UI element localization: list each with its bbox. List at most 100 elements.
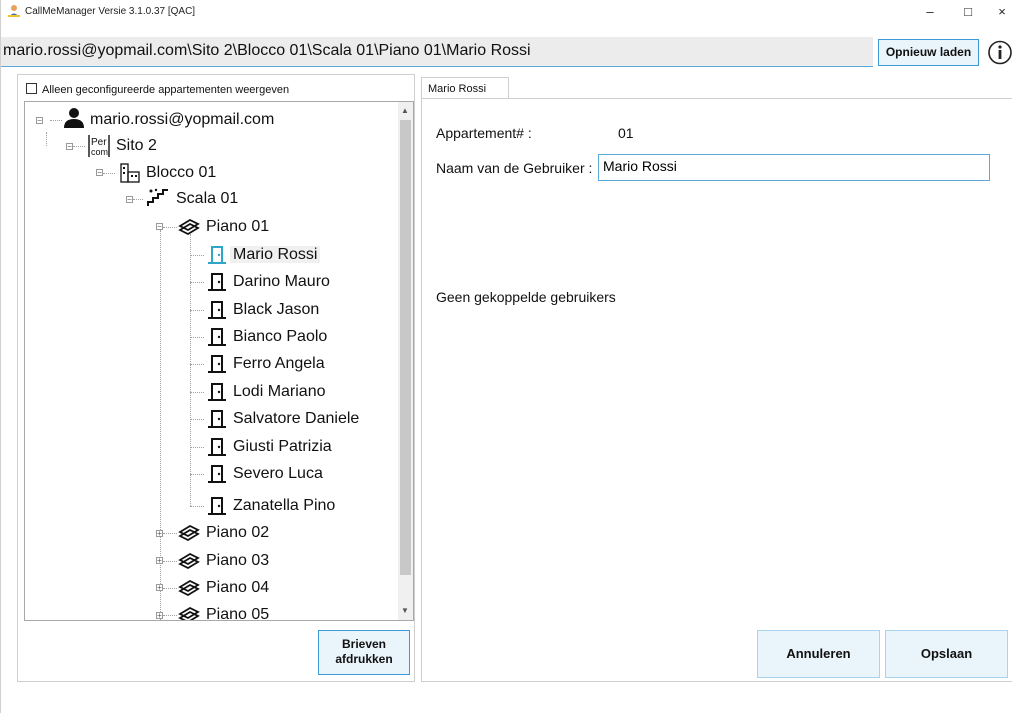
svg-text:com: com bbox=[91, 147, 108, 157]
expand-toggle[interactable]: + bbox=[156, 584, 163, 592]
tree-node-floor[interactable]: Piano 01 bbox=[203, 216, 272, 238]
expand-toggle[interactable]: + bbox=[156, 557, 163, 565]
door-icon bbox=[208, 410, 226, 428]
tree-node-stair[interactable]: Scala 01 bbox=[173, 188, 241, 210]
reload-button[interactable]: Opnieuw laden bbox=[878, 39, 979, 66]
tree-node-floor[interactable]: Piano 05 bbox=[203, 604, 272, 620]
tree-node-label: Piano 01 bbox=[206, 218, 270, 235]
tree-node-site[interactable]: Sito 2 bbox=[113, 135, 160, 157]
tree-node-apartment[interactable]: Salvatore Daniele bbox=[230, 408, 362, 430]
door-icon bbox=[208, 438, 226, 456]
scroll-down-icon[interactable]: ▼ bbox=[401, 606, 409, 615]
tree-connector bbox=[190, 364, 204, 365]
tree-connector bbox=[190, 506, 204, 507]
tree-connector bbox=[46, 132, 47, 146]
collapse-toggle[interactable]: − bbox=[96, 169, 103, 177]
save-button[interactable]: Opslaan bbox=[885, 630, 1008, 678]
tree-node-label: Giusti Patrizia bbox=[233, 438, 332, 455]
tree-node-label: Lodi Mariano bbox=[233, 383, 326, 400]
collapse-toggle[interactable]: − bbox=[126, 196, 133, 204]
tree-connector bbox=[73, 146, 85, 147]
apartment-number-label: Appartement# : bbox=[436, 125, 532, 141]
checkbox-box[interactable] bbox=[26, 83, 37, 94]
door-icon bbox=[208, 465, 226, 483]
tree-connector bbox=[190, 337, 204, 338]
app-window: CallMeManager Versie 3.1.0.37 [QAC] – □ … bbox=[0, 0, 1012, 713]
apartment-tree[interactable]: − − − − − + + + + mario.rossi@yopmail.co… bbox=[24, 101, 414, 621]
stairs-icon bbox=[147, 188, 168, 206]
tree-connector bbox=[190, 474, 204, 475]
tree-node-floor[interactable]: Piano 04 bbox=[203, 577, 272, 599]
door-icon bbox=[208, 497, 226, 515]
tree-node-apartment[interactable]: Severo Luca bbox=[230, 463, 326, 485]
tree-node-apartment[interactable]: Zanatella Pino bbox=[230, 495, 338, 517]
door-icon bbox=[208, 273, 226, 291]
print-button-line2: afdrukken bbox=[335, 652, 393, 666]
tree-node-label: Zanatella Pino bbox=[233, 497, 336, 514]
path-bar: mario.rossi@yopmail.com\Sito 2\Blocco 01… bbox=[1, 37, 873, 67]
tree-connector bbox=[163, 561, 177, 562]
collapse-toggle[interactable]: − bbox=[66, 143, 73, 151]
cancel-button[interactable]: Annuleren bbox=[757, 630, 880, 678]
info-icon[interactable] bbox=[987, 39, 1012, 66]
scrollbar-thumb[interactable] bbox=[400, 120, 411, 575]
tree-node-apartment[interactable]: Mario Rossi bbox=[230, 244, 321, 266]
collapse-toggle[interactable]: − bbox=[156, 223, 163, 231]
tree-connector bbox=[133, 199, 143, 200]
tree-connector bbox=[50, 120, 62, 121]
floor-icon bbox=[178, 218, 200, 236]
tree-node-apartment[interactable]: Ferro Angela bbox=[230, 353, 328, 375]
close-button[interactable]: × bbox=[991, 2, 1012, 22]
building-icon bbox=[120, 163, 140, 183]
expand-toggle[interactable]: + bbox=[156, 612, 163, 620]
tree-node-apartment[interactable]: Darino Mauro bbox=[230, 271, 333, 293]
tree-node-label: Black Jason bbox=[233, 301, 320, 318]
window-title: CallMeManager Versie 3.1.0.37 [QAC] bbox=[25, 6, 196, 17]
tree-connector bbox=[190, 392, 204, 393]
linked-users-message: Geen gekoppelde gebruikers bbox=[436, 289, 616, 305]
door-icon bbox=[208, 246, 226, 264]
tree-node-apartment[interactable]: Giusti Patrizia bbox=[230, 436, 335, 458]
tree-scrollbar[interactable]: ▲ ▼ bbox=[398, 102, 413, 620]
tree-node-label: Severo Luca bbox=[233, 465, 323, 482]
tree-connector bbox=[103, 173, 115, 174]
door-icon bbox=[208, 355, 226, 373]
tree-panel: Alleen geconfigureerde appartementen wee… bbox=[17, 74, 415, 682]
title-bar: CallMeManager Versie 3.1.0.37 [QAC] – □ … bbox=[1, 0, 1012, 24]
tree-connector bbox=[190, 234, 191, 506]
door-icon bbox=[208, 383, 226, 401]
tree-connector bbox=[190, 255, 204, 256]
scroll-up-icon[interactable]: ▲ bbox=[401, 106, 409, 115]
tree-node-apartment[interactable]: Bianco Paolo bbox=[230, 326, 330, 348]
maximize-button[interactable]: □ bbox=[953, 2, 983, 22]
tree-node-building[interactable]: Blocco 01 bbox=[143, 162, 219, 184]
print-letters-button[interactable]: Brieven afdrukken bbox=[318, 630, 410, 675]
apartment-number-value: 01 bbox=[618, 125, 634, 141]
app-icon bbox=[8, 5, 20, 17]
door-icon bbox=[208, 301, 226, 319]
floor-icon bbox=[178, 552, 200, 570]
tree-node-label: Mario Rossi bbox=[230, 246, 321, 263]
tree-node-account[interactable]: mario.rossi@yopmail.com bbox=[87, 109, 277, 131]
tree-node-floor[interactable]: Piano 02 bbox=[203, 522, 272, 544]
tree-connector bbox=[190, 447, 204, 448]
minimize-button[interactable]: – bbox=[915, 2, 945, 22]
username-input[interactable]: Mario Rossi bbox=[598, 154, 990, 181]
tree-connector bbox=[163, 615, 177, 616]
print-button-line1: Brieven bbox=[341, 637, 387, 651]
tree-node-label: Darino Mauro bbox=[233, 273, 330, 290]
tree-node-label: Piano 02 bbox=[206, 524, 270, 541]
tree-node-apartment[interactable]: Lodi Mariano bbox=[230, 381, 329, 403]
tree-node-label: Salvatore Daniele bbox=[233, 410, 360, 427]
expand-toggle[interactable]: + bbox=[156, 530, 163, 538]
username-label: Naam van de Gebruiker : bbox=[436, 160, 593, 176]
filter-checkbox[interactable]: Alleen geconfigureerde appartementen wee… bbox=[26, 83, 289, 96]
collapse-toggle[interactable]: − bbox=[36, 117, 43, 125]
tree-connector bbox=[190, 310, 204, 311]
tree-node-label: Piano 04 bbox=[206, 579, 270, 596]
tab-apartment[interactable]: Mario Rossi bbox=[421, 77, 509, 99]
floor-icon bbox=[178, 606, 200, 620]
tree-node-label: mario.rossi@yopmail.com bbox=[90, 111, 275, 128]
tree-node-apartment[interactable]: Black Jason bbox=[230, 299, 322, 321]
tree-node-floor[interactable]: Piano 03 bbox=[203, 550, 272, 572]
